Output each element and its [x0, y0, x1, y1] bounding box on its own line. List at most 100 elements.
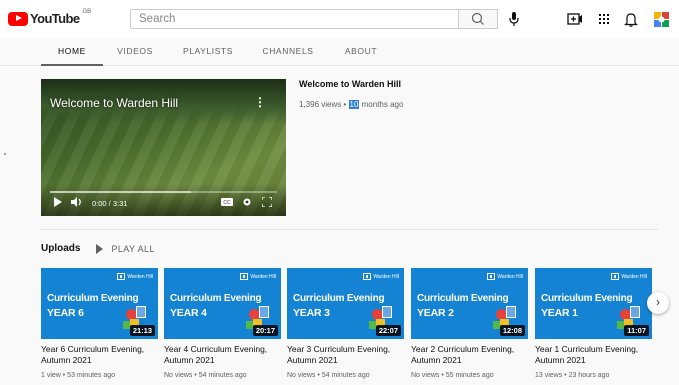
stray-dot [4, 153, 6, 155]
school-brand: Warden Hill [611, 273, 647, 280]
youtube-logo[interactable]: YouTube GB [8, 8, 92, 26]
school-brand: Warden Hill [487, 273, 523, 280]
video-thumbnail[interactable]: Warden Hill Curriculum Evening YEAR 3 22… [287, 268, 404, 339]
tab-about[interactable]: ABOUT [336, 38, 386, 66]
video-card[interactable]: Warden Hill Curriculum Evening YEAR 6 21… [41, 268, 158, 379]
featured-video-info: Welcome to Warden Hill 1,396 views • 10 … [299, 79, 403, 109]
search-button[interactable] [459, 9, 498, 29]
video-card[interactable]: Warden Hill Curriculum Evening YEAR 3 22… [287, 268, 404, 379]
video-title[interactable]: Year 3 Curriculum Evening, Autumn 2021 [287, 344, 404, 366]
decor-shape [506, 306, 516, 318]
school-logo-icon [240, 273, 249, 280]
section-divider [41, 229, 658, 230]
thumbnail-year: YEAR 2 [417, 307, 454, 319]
decor-shape [617, 321, 624, 329]
time-display: 0:00 / 3:31 [92, 199, 128, 208]
video-title[interactable]: Year 2 Curriculum Evening, Autumn 2021 [411, 344, 528, 366]
tab-channels[interactable]: CHANNELS [257, 38, 319, 66]
apps-button[interactable] [594, 9, 614, 29]
channel-home-content: Welcome to Warden Hill ⋮ 0:00 / 3:31 CC … [0, 67, 679, 385]
video-title[interactable]: Year 1 Curriculum Evening, Autumn 2021 [535, 344, 652, 366]
create-button[interactable] [565, 9, 585, 29]
thumbnail-heading: Curriculum Evening [47, 293, 139, 304]
mic-icon [509, 12, 519, 26]
decor-shape [259, 306, 269, 318]
video-thumbnail[interactable]: Warden Hill Curriculum Evening YEAR 6 21… [41, 268, 158, 339]
voice-search-button[interactable] [505, 9, 523, 29]
notifications-bell-icon [624, 13, 638, 27]
school-brand: Warden Hill [240, 273, 276, 280]
video-title[interactable]: Year 4 Curriculum Evening, Autumn 2021 [164, 344, 281, 366]
create-video-icon [567, 13, 582, 25]
thumbnail-year: YEAR 6 [47, 307, 84, 319]
school-logo-icon [611, 273, 620, 280]
video-meta: 1 view • 53 minutes ago [41, 372, 116, 379]
buffer-bar [50, 191, 191, 193]
apps-grid-icon [599, 14, 609, 24]
progress-bar[interactable] [50, 191, 277, 193]
tab-playlists[interactable]: PLAYLISTS [178, 38, 238, 66]
decor-shape [123, 321, 130, 329]
logo-text: YouTube [30, 11, 80, 26]
decor-shape [136, 306, 146, 318]
video-thumbnail[interactable]: Warden Hill Curriculum Evening YEAR 4 20… [164, 268, 281, 339]
svg-text:CC: CC [223, 200, 231, 206]
notifications-button[interactable] [621, 9, 641, 29]
account-avatar-icon [654, 12, 669, 27]
thumbnail-year: YEAR 3 [293, 307, 330, 319]
featured-video-title[interactable]: Welcome to Warden Hill [299, 79, 403, 89]
shelf-next-button[interactable]: › [647, 292, 669, 314]
volume-icon[interactable] [71, 197, 83, 209]
school-brand-text: Warden Hill [497, 273, 523, 280]
fullscreen-icon[interactable] [261, 196, 273, 209]
search-input[interactable]: Search [130, 9, 459, 29]
featured-video-player[interactable]: Welcome to Warden Hill ⋮ 0:00 / 3:31 CC [41, 79, 286, 216]
youtube-play-icon [8, 11, 28, 26]
play-icon[interactable] [53, 197, 63, 209]
school-logo-icon [117, 273, 126, 280]
video-title[interactable]: Year 6 Curriculum Evening, Autumn 2021 [41, 344, 158, 366]
more-options-icon[interactable]: ⋮ [254, 96, 266, 108]
tab-home[interactable]: HOME [41, 38, 103, 66]
school-brand-text: Warden Hill [373, 273, 399, 280]
decor-shape [382, 306, 392, 318]
featured-views: 1,396 views • [299, 100, 349, 109]
video-thumbnail[interactable]: Warden Hill Curriculum Evening YEAR 2 12… [411, 268, 528, 339]
school-logo-icon [363, 273, 372, 280]
search-icon [471, 12, 484, 25]
video-meta: No views • 54 minutes ago [287, 372, 370, 379]
duration-badge: 22:07 [375, 325, 401, 336]
thumbnail-year: YEAR 4 [170, 307, 207, 319]
video-meta: No views • 54 minutes ago [164, 372, 247, 379]
school-brand-text: Warden Hill [621, 273, 647, 280]
captions-icon[interactable]: CC [221, 197, 233, 209]
thumbnail-heading: Curriculum Evening [293, 293, 385, 304]
tab-videos[interactable]: VIDEOS [109, 38, 161, 66]
thumbnail-heading: Curriculum Evening [417, 293, 509, 304]
uploads-title[interactable]: Uploads [41, 243, 80, 254]
decor-shape [493, 321, 500, 329]
video-card[interactable]: Warden Hill Curriculum Evening YEAR 2 12… [411, 268, 528, 379]
settings-gear-icon[interactable] [242, 197, 252, 209]
masthead: YouTube GB Search [0, 0, 679, 38]
play-all-button[interactable]: PLAY ALL [96, 243, 154, 254]
school-logo-icon [487, 273, 496, 280]
video-card[interactable]: Warden Hill Curriculum Evening YEAR 4 20… [164, 268, 281, 379]
video-meta: No views • 55 minutes ago [411, 372, 494, 379]
play-all-icon [96, 243, 104, 254]
featured-age: months ago [359, 100, 404, 109]
video-thumbnail[interactable]: Warden Hill Curriculum Evening YEAR 1 11… [535, 268, 652, 339]
decor-shape [630, 306, 640, 318]
video-card[interactable]: Warden Hill Curriculum Evening YEAR 1 11… [535, 268, 652, 379]
account-button[interactable] [652, 9, 672, 29]
decor-shape [369, 321, 376, 329]
player-overlay-title[interactable]: Welcome to Warden Hill [50, 96, 178, 110]
thumbnail-heading: Curriculum Evening [170, 293, 262, 304]
duration-badge: 12:08 [499, 325, 525, 336]
video-meta: 13 views • 23 hours ago [535, 372, 610, 379]
chevron-right-icon: › [656, 295, 660, 309]
country-code: GB [82, 8, 92, 15]
uploads-header: Uploads PLAY ALL [41, 243, 155, 254]
duration-badge: 20:17 [252, 325, 278, 336]
selected-text: 10 [348, 100, 360, 109]
